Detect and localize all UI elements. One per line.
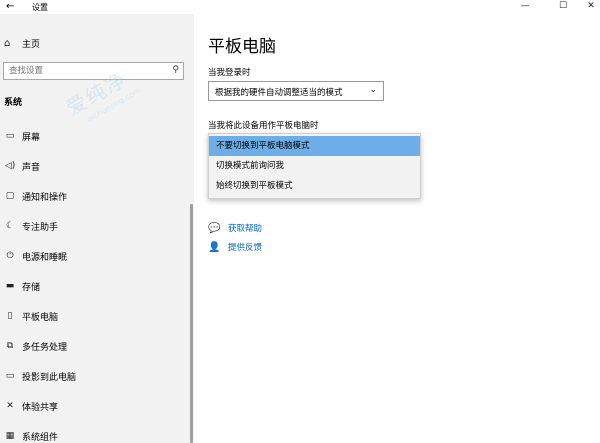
tablet-icon: ▯ — [7, 311, 13, 321]
search-input[interactable] — [4, 63, 164, 79]
moon-icon: ☾ — [5, 221, 15, 231]
speaker-icon: ◁) — [4, 161, 16, 171]
sidebar-item-projecting[interactable]: ▭ 投影到此电脑 — [0, 366, 190, 386]
sidebar-item-label: 多任务处理 — [22, 342, 68, 353]
sidebar-item-home[interactable]: ⌂ 主页 — [4, 36, 40, 50]
maximize-icon[interactable]: ☐ — [548, 0, 578, 14]
help-link-row[interactable]: 💬 获取帮助 — [208, 221, 262, 235]
sidebar-item-sound[interactable]: ◁) 声音 — [0, 156, 190, 176]
help-chat-icon: 💬 — [208, 222, 221, 234]
window-title: 设置 — [32, 3, 48, 12]
share-icon: ✕ — [6, 401, 14, 411]
home-icon: ⌂ — [4, 37, 11, 49]
sidebar-item-power[interactable]: ⏻ 电源和睡眠 — [0, 246, 190, 266]
sidebar-item-label: 专注助手 — [22, 222, 59, 233]
section-heading: 系统 — [4, 98, 23, 108]
sidebar-item-multitasking[interactable]: ⧉ 多任务处理 — [0, 336, 190, 356]
minimize-icon[interactable]: — — [510, 0, 540, 14]
dropdown-value: 根据我的硬件自动调整适当的模式 — [215, 88, 343, 98]
feedback-link[interactable]: 提供反馈 — [228, 241, 262, 253]
storage-icon: ▬ — [5, 281, 15, 291]
login-setting-label: 当我登录时 — [208, 68, 251, 78]
notification-icon: ▢ — [5, 191, 15, 201]
tablet-setting-label: 当我将此设备用作平板电脑时 — [208, 121, 319, 131]
sidebar-scrollbar[interactable] — [190, 204, 193, 443]
sidebar-item-storage[interactable]: ▬ 存储 — [0, 276, 190, 296]
sidebar-item-label: 主页 — [22, 39, 41, 50]
login-mode-dropdown[interactable]: 根据我的硬件自动调整适当的模式 ⌄ — [208, 81, 384, 101]
feedback-person-icon: 👤 — [208, 241, 221, 253]
sidebar: ⌂ 主页 ⚲ 系统 ▭ 屏幕 ◁) 声音 ▢ 通知和操作 ☾ 专注助手 ⏻ 电源… — [0, 14, 194, 443]
help-link[interactable]: 获取帮助 — [228, 222, 262, 234]
components-icon: ▦ — [5, 431, 15, 441]
option-ask-before[interactable]: 切换模式前询问我 — [209, 156, 420, 176]
feedback-link-row[interactable]: 👤 提供反馈 — [208, 240, 262, 254]
sidebar-item-components[interactable]: ▦ 系统组件 — [0, 426, 190, 443]
sidebar-item-label: 声音 — [22, 162, 41, 173]
power-icon: ⏻ — [6, 251, 14, 261]
close-icon[interactable]: ✕ — [576, 0, 600, 14]
tablet-mode-options: 不要切换到平板电脑模式 切换模式前询问我 始终切换到平板模式 — [208, 133, 421, 199]
sidebar-item-label: 电源和睡眠 — [22, 252, 68, 263]
option-never-switch[interactable]: 不要切换到平板电脑模式 — [209, 136, 420, 156]
sidebar-item-label: 投影到此电脑 — [22, 372, 77, 383]
sidebar-item-label: 体验共享 — [22, 402, 59, 413]
sidebar-item-notifications[interactable]: ▢ 通知和操作 — [0, 186, 190, 206]
search-box[interactable]: ⚲ — [3, 62, 184, 80]
sidebar-item-label: 平板电脑 — [22, 312, 59, 323]
multitask-icon: ⧉ — [6, 341, 14, 351]
sidebar-item-label: 屏幕 — [22, 132, 41, 143]
option-always-switch[interactable]: 始终切换到平板模式 — [209, 176, 420, 196]
page-title: 平板电脑 — [208, 37, 276, 57]
sidebar-item-focus[interactable]: ☾ 专注助手 — [0, 216, 190, 236]
search-icon[interactable]: ⚲ — [172, 65, 179, 75]
sidebar-item-label: 系统组件 — [22, 432, 59, 443]
sidebar-item-display[interactable]: ▭ 屏幕 — [0, 126, 190, 146]
back-arrow-icon[interactable]: ← — [6, 1, 14, 12]
sidebar-item-label: 通知和操作 — [22, 192, 68, 203]
sidebar-item-label: 存储 — [22, 282, 41, 293]
projector-icon: ▭ — [5, 371, 15, 381]
title-bar: ← 设置 — ☐ ✕ — [0, 0, 600, 14]
chevron-down-icon: ⌄ — [369, 85, 377, 95]
sidebar-item-shared[interactable]: ✕ 体验共享 — [0, 396, 190, 416]
sidebar-item-tablet[interactable]: ▯ 平板电脑 — [0, 306, 190, 326]
monitor-icon: ▭ — [5, 131, 15, 141]
watermark-url: aichunjing.com — [85, 85, 143, 124]
